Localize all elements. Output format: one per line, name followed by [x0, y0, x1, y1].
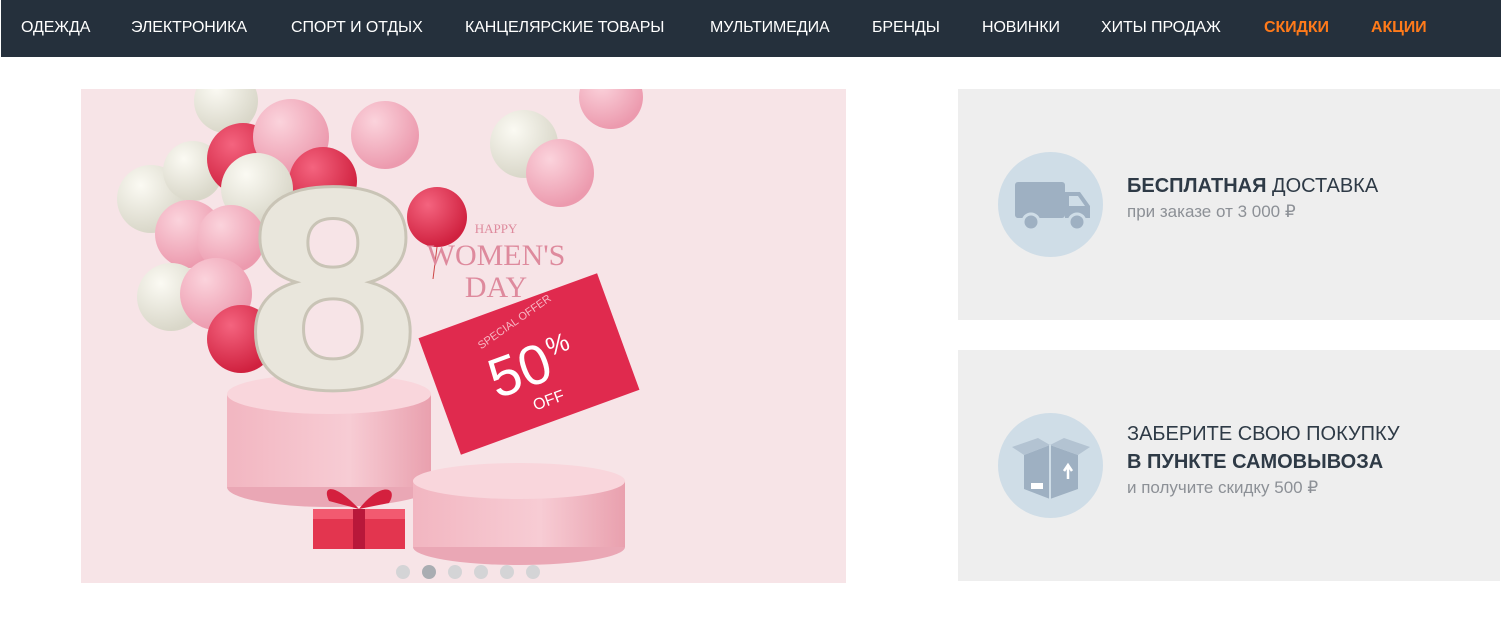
nav-item-bestsellers[interactable]: ХИТЫ ПРОДАЖ [1101, 0, 1221, 57]
banner-title-line2: DAY [465, 271, 527, 304]
pickup-card[interactable]: ЗАБЕРИТЕ СВОЮ ПОКУПКУ В ПУНКТЕ САМОВЫВОЗ… [958, 350, 1500, 581]
slider-dot[interactable] [447, 565, 462, 579]
delivery-title-bold: БЕСПЛАТНАЯ [1127, 175, 1267, 197]
slider-dot[interactable] [395, 565, 410, 579]
delivery-title: БЕСПЛАТНАЯ ДОСТАВКА [1127, 172, 1378, 200]
slider-dot-active[interactable] [421, 565, 436, 579]
nav-item-brands[interactable]: БРЕНДЫ [872, 0, 940, 57]
box-icon [998, 413, 1103, 518]
slider-dot[interactable] [525, 565, 540, 579]
nav-item-stationery[interactable]: КАНЦЕЛЯРСКИЕ ТОВАРЫ [465, 0, 664, 57]
banner-happy: HAPPY [475, 221, 518, 236]
nav-item-electronics[interactable]: ЭЛЕКТРОНИКА [131, 0, 247, 57]
free-delivery-card[interactable]: БЕСПЛАТНАЯ ДОСТАВКА при заказе от 3 000 … [958, 89, 1500, 320]
pickup-text: ЗАБЕРИТЕ СВОЮ ПОКУПКУ В ПУНКТЕ САМОВЫВОЗ… [1127, 420, 1400, 500]
number-eight: 8 [238, 135, 429, 453]
nav-item-discounts[interactable]: СКИДКИ [1264, 0, 1329, 57]
banner-slider[interactable]: 8 SPECIAL OFFER 50 % OFF HAPPY WOMEN'S D… [81, 89, 846, 583]
slider-dots [81, 565, 846, 583]
pickup-subtitle: и получите скидку 500 ₽ [1127, 478, 1319, 497]
big-number-text: 8 [239, 136, 427, 451]
delivery-title-rest: ДОСТАВКА [1266, 175, 1379, 197]
nav-item-clothing[interactable]: ОДЕЖДА [21, 0, 90, 57]
pickup-line2: В ПУНКТЕ САМОВЫВОЗА [1127, 451, 1384, 473]
womens-day-banner-image: 8 SPECIAL OFFER 50 % OFF HAPPY WOMEN'S D… [81, 89, 846, 583]
main-nav: ОДЕЖДА ЭЛЕКТРОНИКА СПОРТ И ОТДЫХ КАНЦЕЛЯ… [1, 0, 1501, 57]
delivery-text: БЕСПЛАТНАЯ ДОСТАВКА при заказе от 3 000 … [1127, 172, 1378, 224]
nav-item-sport[interactable]: СПОРТ И ОТДЫХ [291, 0, 423, 57]
slider-dot[interactable] [473, 565, 488, 579]
delivery-subtitle: при заказе от 3 000 ₽ [1127, 202, 1296, 221]
truck-icon [998, 152, 1103, 257]
nav-item-multimedia[interactable]: МУЛЬТИМЕДИА [710, 0, 830, 57]
nav-item-promotions[interactable]: АКЦИИ [1371, 0, 1427, 57]
pickup-line1: ЗАБЕРИТЕ СВОЮ ПОКУПКУ [1127, 423, 1400, 445]
banner-title-line1: WOMEN'S [427, 239, 566, 272]
slider-dot[interactable] [499, 565, 514, 579]
nav-item-new[interactable]: НОВИНКИ [982, 0, 1060, 57]
balloon [526, 139, 594, 207]
